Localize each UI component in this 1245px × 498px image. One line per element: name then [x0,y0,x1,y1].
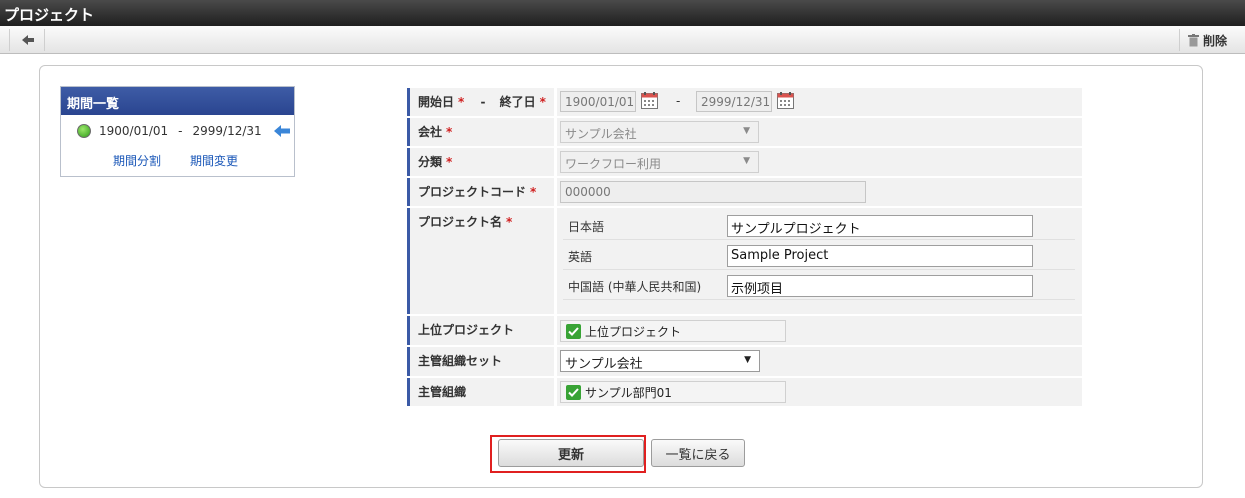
company-value: サンプル会社 ▼ [557,118,1082,146]
project-name-row: プロジェクト名 * 日本語 サンプルプロジェクト 英語 Sample Projec… [407,208,1082,314]
chevron-down-icon: ▼ [744,355,751,365]
dates-label: 開始日 * - 終了日 * [407,88,554,116]
org-set-row: 主管組織セット サンプル会社 ▼ [407,347,1082,376]
category-label: 分類 * [407,148,554,176]
dates-value: 1900/01/01 - 2999/12/31 [557,88,1082,116]
project-name-label: プロジェクト名 * [407,208,554,314]
lang-label-en: 英語 [568,250,593,264]
category-select[interactable]: ワークフロー利用 ▼ [560,151,759,173]
chevron-down-icon: ▼ [743,126,750,136]
required-mark: * [506,215,513,229]
calendar-icon[interactable] [777,92,794,109]
dates-row: 開始日 * - 終了日 * 1900/01/01 - 2999/12/31 [407,88,1082,116]
start-date-label: 開始日 [418,95,455,109]
end-date-input[interactable]: 2999/12/31 [696,91,772,112]
org-field[interactable]: サンプル部門01 [560,381,786,403]
parent-project-row: 上位プロジェクト 上位プロジェクト [407,316,1082,345]
period-list-box: 期間一覧 1900/01/01 - 2999/12/31 期間分割 期間変更 [60,86,295,177]
company-label: 会社 * [407,118,554,146]
delete-button[interactable]: 削除 [1178,29,1227,51]
project-code-label: プロジェクトコード * [407,178,554,206]
required-mark: * [446,155,453,169]
delete-label: 削除 [1202,33,1227,48]
lang-label-zh: 中国語 (中華人民共和国) [568,280,702,294]
project-name-ja-input[interactable]: サンプルプロジェクト [727,215,1033,237]
period-list-title: 期間一覧 [61,87,294,115]
company-select-value: サンプル会社 [565,127,637,141]
project-name-label-text: プロジェクト名 [418,215,503,229]
org-set-select[interactable]: サンプル会社 ▼ [560,350,760,372]
back-to-list-button[interactable]: 一覧に戻る [651,439,745,467]
project-name-row-zh: 中国語 (中華人民共和国) 示例项目 [563,270,1075,300]
project-name-en-input[interactable]: Sample Project [727,245,1033,267]
window-title: プロジェクト [0,0,1245,26]
period-links: 期間分割 期間変更 [113,152,238,169]
org-set-label: 主管組織セット [407,347,554,376]
parent-project-value-text: 上位プロジェクト [585,324,682,339]
end-date-label: 終了日 [499,95,536,109]
category-row: 分類 * ワークフロー利用 ▼ [407,148,1082,176]
period-end: 2999/12/31 [192,124,262,138]
required-mark: * [530,185,537,199]
update-button[interactable]: 更新 [498,439,644,467]
company-label-text: 会社 [418,125,443,139]
project-code-value: 000000 [557,178,1082,206]
org-value-text: サンプル部門01 [585,385,672,400]
parent-project-field[interactable]: 上位プロジェクト [560,320,786,342]
org-row: 主管組織 サンプル部門01 [407,378,1082,406]
start-date-input[interactable]: 1900/01/01 [560,91,636,112]
category-value: ワークフロー利用 ▼ [557,148,1082,176]
parent-project-value: 上位プロジェクト [557,316,1082,345]
project-code-label-text: プロジェクトコード [418,185,527,199]
back-button[interactable] [9,29,45,51]
date-range-separator: - [676,94,681,108]
current-period-arrow-icon [273,125,290,137]
period-start: 1900/01/01 [99,124,169,138]
company-row: 会社 * サンプル会社 ▼ [407,118,1082,146]
org-set-select-value: サンプル会社 [565,357,643,372]
chevron-down-icon: ▼ [743,156,750,166]
calendar-icon[interactable] [641,92,658,109]
trash-icon [1187,33,1199,46]
project-name-row-ja: 日本語 サンプルプロジェクト [563,210,1075,240]
company-select[interactable]: サンプル会社 ▼ [560,121,759,143]
org-label: 主管組織 [407,378,554,406]
project-name-row-en: 英語 Sample Project [563,240,1075,270]
arrow-left-icon [22,35,34,45]
category-select-value: ワークフロー利用 [565,157,662,171]
project-name-zh-input[interactable]: 示例项目 [727,275,1033,297]
category-label-text: 分類 [418,155,443,169]
toolbar: 削除 [0,26,1245,54]
period-separator: - [178,124,183,138]
checkbox-checked-icon[interactable] [566,323,581,339]
parent-project-label: 上位プロジェクト [407,316,554,345]
period-change-link[interactable]: 期間変更 [190,152,238,169]
required-mark: * [446,125,453,139]
project-code-input[interactable]: 000000 [560,181,866,203]
period-item: 1900/01/01 - 2999/12/31 [77,124,290,138]
org-value: サンプル部門01 [557,378,1082,406]
active-status-icon [77,124,91,138]
period-split-link[interactable]: 期間分割 [113,152,161,169]
project-code-row: プロジェクトコード * 000000 [407,178,1082,206]
checkbox-checked-icon[interactable] [566,384,581,400]
org-set-value: サンプル会社 ▼ [557,347,1082,376]
required-mark: * [458,95,465,109]
lang-label-ja: 日本語 [568,220,605,234]
dates-label-separator: - [480,95,486,109]
required-mark: * [539,95,546,109]
project-name-value: 日本語 サンプルプロジェクト 英語 Sample Project 中国語 (中華… [557,208,1082,314]
